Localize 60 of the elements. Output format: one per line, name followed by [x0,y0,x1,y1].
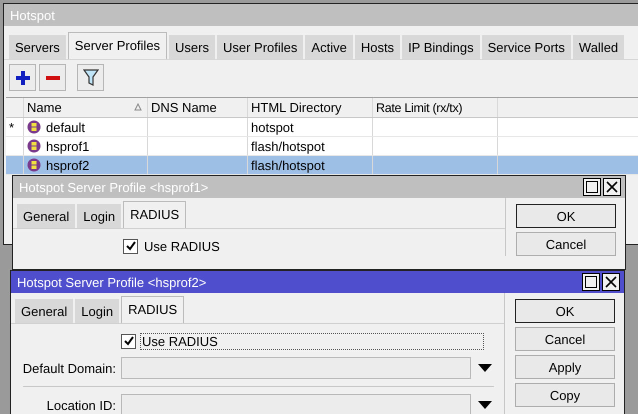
dialog-button[interactable]: Cancel [515,327,615,351]
remove-button[interactable] [39,64,66,91]
profile-icon [27,158,41,172]
input-field[interactable] [121,357,471,379]
default-marker: * [9,120,14,134]
tab[interactable]: Walled [572,35,624,59]
tab[interactable]: IP Bindings [402,35,480,59]
tab[interactable]: Servers [9,35,66,59]
tab[interactable]: Active [305,35,353,59]
checkbox[interactable] [121,334,136,348]
tab[interactable]: General [17,204,76,228]
input-field[interactable] [121,394,471,414]
dialog-title: Hotspot Server Profile <hsprof1> [19,180,208,194]
table-row[interactable]: hsprof1 flash/hotspot [6,137,638,156]
tab[interactable]: Login [75,299,120,323]
table-cell: default [46,120,86,134]
table-row[interactable]: hsprof2 flash/hotspot [6,156,638,175]
close-icon[interactable] [602,273,620,291]
table-cell: flash/hotspot [251,158,325,172]
filter-button[interactable] [77,64,104,91]
dialog-button[interactable]: OK [515,299,615,323]
tab[interactable]: Server Profiles [68,32,168,59]
dropdown-arrow-icon[interactable] [478,364,492,372]
dropdown-arrow-icon[interactable] [478,401,492,409]
dialog-button[interactable]: Copy [515,383,615,407]
tab[interactable]: Hosts [354,35,400,59]
sort-icon [134,103,142,111]
dialog-button[interactable]: OK [516,204,616,228]
table-cell: hotspot [251,120,294,134]
checkbox-label[interactable]: Use RADIUS [142,238,485,254]
tab[interactable]: User Profiles [217,35,304,59]
checkbox[interactable] [123,238,138,254]
column-header[interactable]: DNS Name [148,98,248,117]
filter-icon [82,68,98,86]
maximize-icon[interactable] [582,273,600,291]
column-header[interactable]: Rate Limit (rx/tx) [373,98,498,117]
checkbox-label[interactable]: Use RADIUS [140,332,484,350]
tab[interactable]: Users [169,35,215,59]
table-cell: hsprof1 [46,138,90,154]
plus-icon [14,70,30,86]
tab[interactable]: General [15,299,74,323]
column-header[interactable]: Name [24,98,148,117]
table-cell: flash/hotspot [251,138,325,154]
field-label: Location ID: [46,398,117,412]
dialog-title: Hotspot Server Profile <hsprof2> [17,274,206,290]
tab[interactable]: Service Ports [482,35,571,59]
add-button[interactable] [9,64,36,91]
minus-icon [46,76,60,80]
field-label: Default Domain: [22,360,117,376]
tab[interactable]: Login [77,204,122,228]
dialog-button[interactable]: Apply [515,355,615,379]
tab[interactable]: RADIUS [123,201,186,228]
window-title: Hotspot [4,4,638,26]
column-header[interactable]: HTML Directory [248,98,373,117]
profile-icon [27,139,41,153]
table-cell: hsprof2 [46,158,90,172]
dialog-button[interactable]: Cancel [516,232,616,256]
profile-icon [27,120,41,134]
table-row[interactable]: * default hotspot [6,118,638,137]
tab[interactable]: RADIUS [121,296,184,323]
